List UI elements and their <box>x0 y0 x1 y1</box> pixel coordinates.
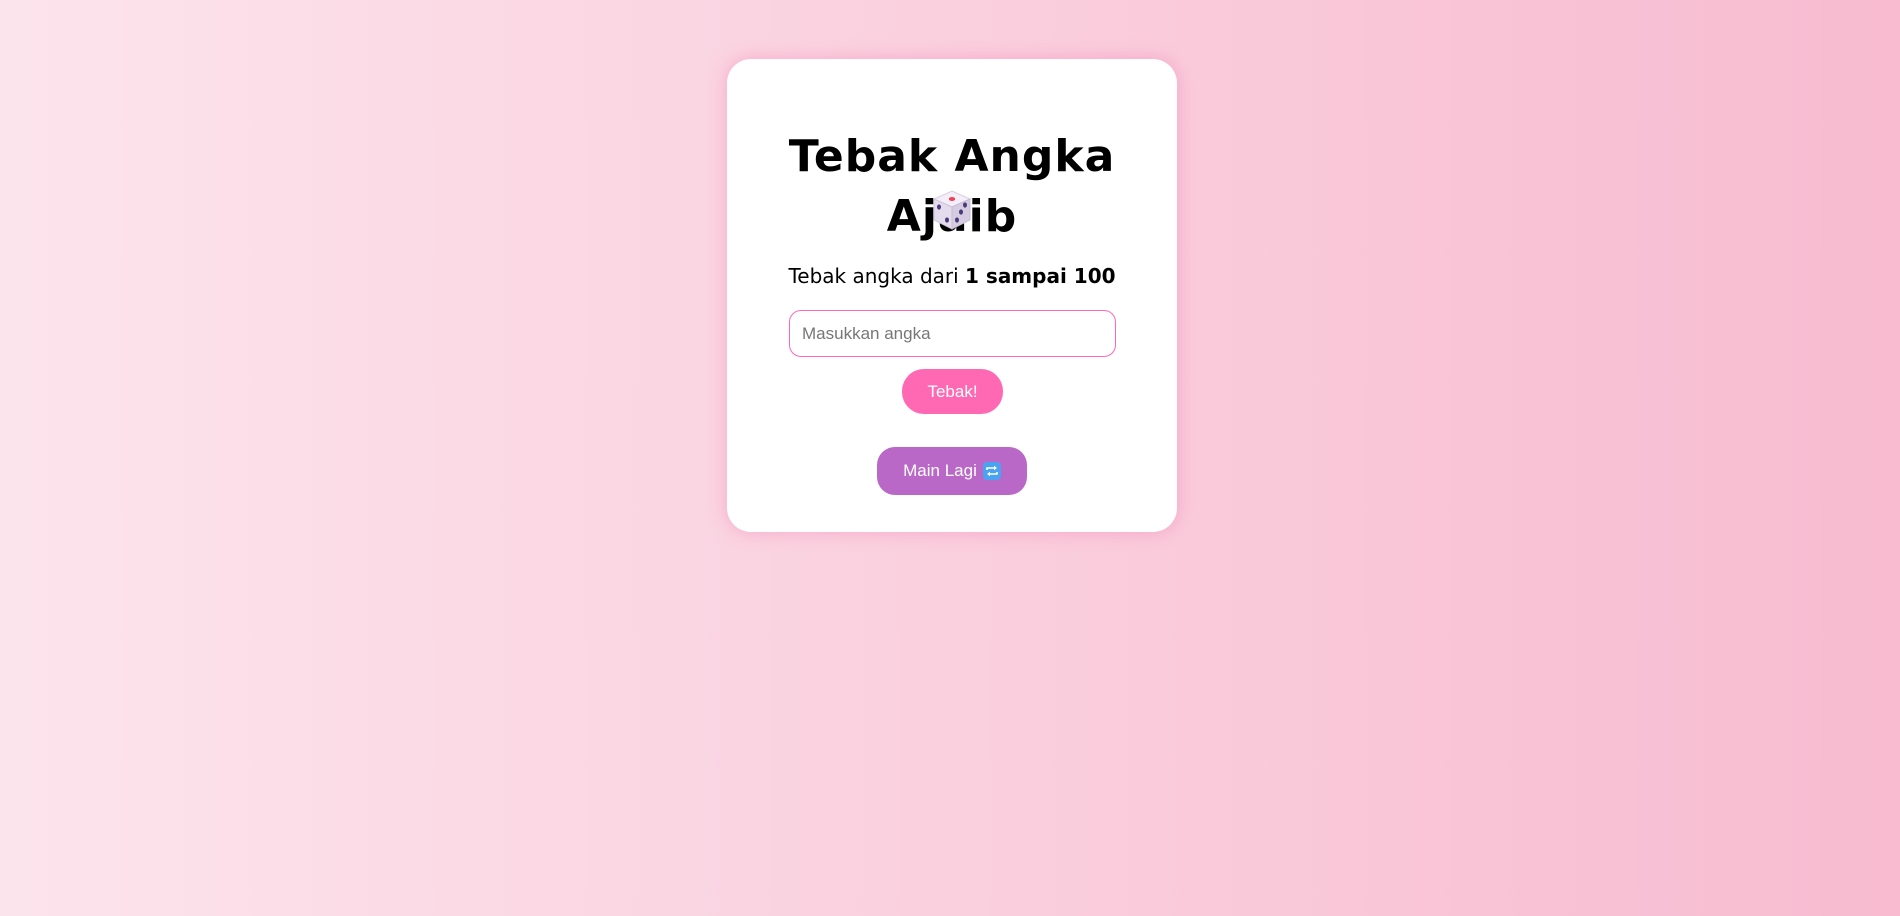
game-card: Tebak Angka Ajaib Tebak angka dari 1 sam… <box>727 59 1177 532</box>
instruction-prefix: Tebak angka dari <box>788 264 966 288</box>
instruction-range: 1 sampai 100 <box>965 264 1116 288</box>
instruction-text: Tebak angka dari 1 sampai 100 <box>727 262 1177 290</box>
guess-input[interactable] <box>789 310 1116 357</box>
repeat-icon <box>982 462 1001 480</box>
replay-button-label: Main Lagi <box>903 461 977 480</box>
dice-icon <box>932 189 972 231</box>
guess-button[interactable]: Tebak! <box>902 369 1003 414</box>
replay-button[interactable]: Main Lagi <box>877 447 1027 495</box>
